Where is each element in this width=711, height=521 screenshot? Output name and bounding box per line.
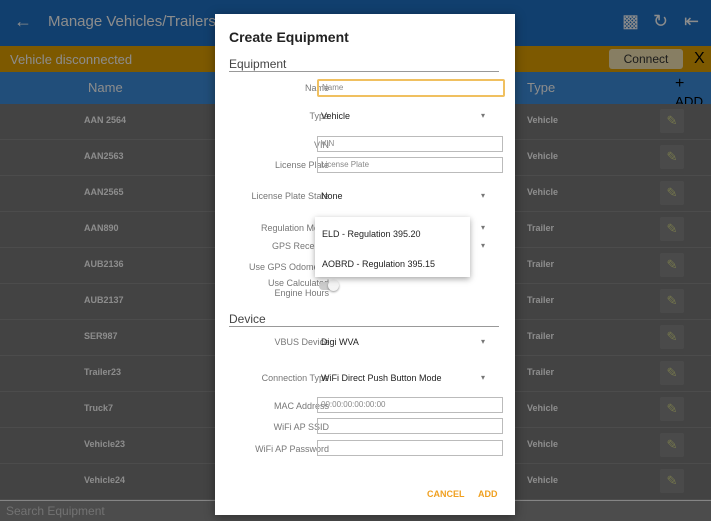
toggle-knob: [328, 280, 339, 291]
license-plate-state-label: License Plate State: [251, 191, 329, 201]
wifi-ssid-field[interactable]: [317, 418, 503, 434]
create-equipment-dialog: Create Equipment Equipment Name Name Typ…: [215, 14, 515, 515]
equipment-section-title: Equipment: [229, 57, 287, 71]
type-dropdown[interactable]: Vehicle: [321, 111, 350, 121]
connection-type-dropdown[interactable]: WiFi Direct Push Button Mode: [321, 373, 442, 383]
divider: [229, 326, 499, 327]
connection-type-label: Connection Type: [261, 373, 329, 383]
divider: [229, 71, 499, 72]
chevron-down-icon: ▾: [481, 373, 486, 382]
license-plate-field[interactable]: License Plate: [317, 157, 503, 173]
cancel-button[interactable]: CANCEL: [427, 489, 465, 499]
menu-item-eld[interactable]: ELD - Regulation 395.20: [322, 229, 421, 239]
device-section-title: Device: [229, 312, 266, 326]
name-field[interactable]: Name: [317, 79, 505, 97]
engine-hours-toggle[interactable]: [319, 280, 339, 291]
vin-field[interactable]: VIN: [317, 136, 503, 152]
chevron-down-icon: ▾: [481, 337, 486, 346]
add-button[interactable]: ADD: [478, 489, 498, 499]
vbus-device-dropdown[interactable]: Digi WVA: [321, 337, 359, 347]
chevron-down-icon: ▾: [481, 111, 486, 120]
wifi-password-field[interactable]: [317, 440, 503, 456]
mac-address-field[interactable]: 00:00:00:00:00:00: [317, 397, 503, 413]
engine-hours-label: Use Calculated Engine Hours: [267, 278, 329, 298]
menu-item-aobrd[interactable]: AOBRD - Regulation 395.15: [322, 259, 435, 269]
dialog-title: Create Equipment: [229, 29, 349, 45]
chevron-down-icon: ▾: [481, 241, 486, 250]
license-plate-state-dropdown[interactable]: None: [321, 191, 343, 201]
chevron-down-icon: ▾: [481, 191, 486, 200]
chevron-down-icon: ▾: [481, 223, 486, 232]
regulation-mode-menu: ELD - Regulation 395.20 AOBRD - Regulati…: [315, 217, 470, 277]
